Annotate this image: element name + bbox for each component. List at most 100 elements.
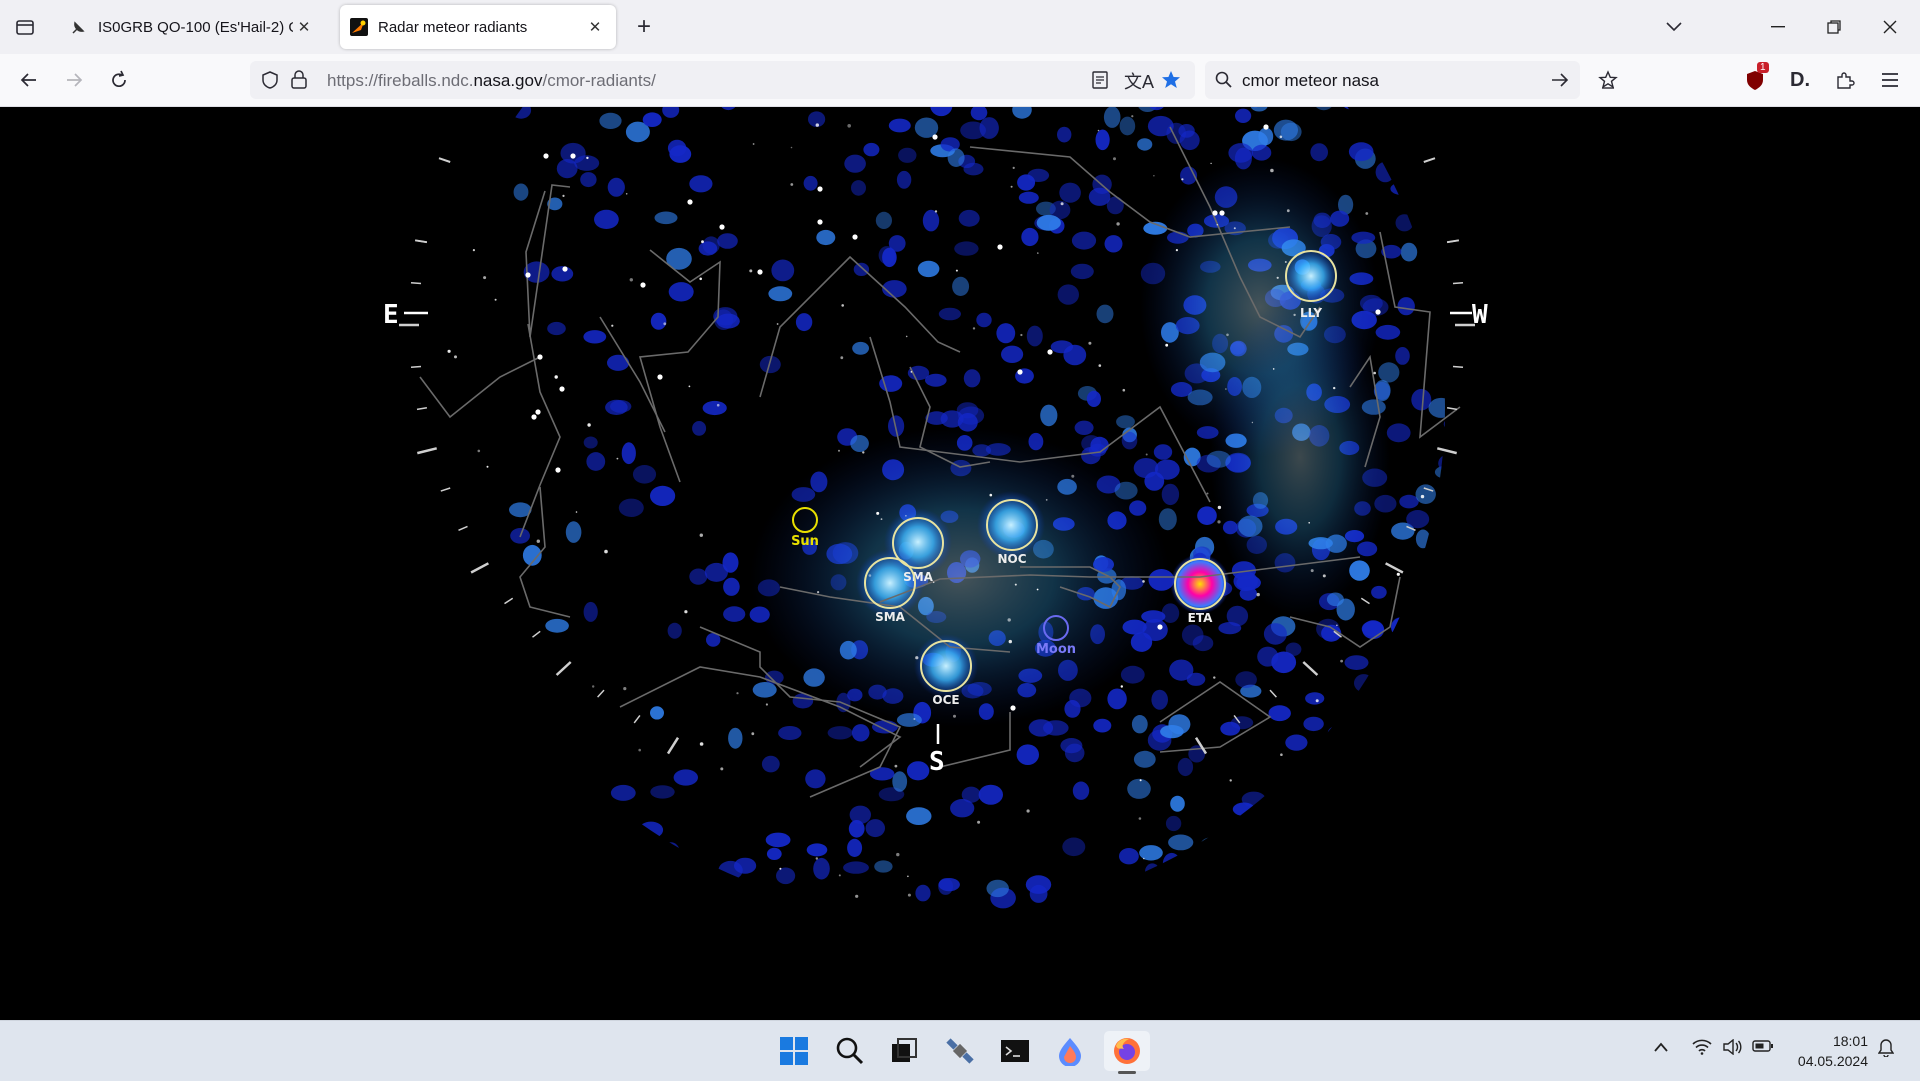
radiant-blob <box>1388 646 1413 667</box>
extensions-puzzle-icon[interactable] <box>1827 62 1863 98</box>
satellite-app-icon[interactable] <box>940 1031 980 1071</box>
tab-close-icon[interactable]: ✕ <box>293 18 315 36</box>
horizon-tick <box>504 597 514 605</box>
battery-icon[interactable] <box>1752 1039 1774 1058</box>
search-input[interactable]: cmor meteor nasa <box>1242 71 1379 91</box>
radiant-blob <box>933 923 952 944</box>
star <box>790 183 794 186</box>
pocket-icon[interactable] <box>1590 62 1626 98</box>
task-view-icon[interactable] <box>884 1031 924 1071</box>
star <box>868 574 872 577</box>
extension-d-icon[interactable]: D. <box>1782 62 1818 98</box>
radiant-blob <box>776 867 796 885</box>
radiant-blob <box>795 313 813 332</box>
star <box>562 266 568 272</box>
radiant-blob <box>1395 347 1410 365</box>
paint-app-icon[interactable] <box>1050 1031 1090 1071</box>
translate-icon[interactable]: 文A <box>1124 68 1154 94</box>
star <box>554 375 558 379</box>
minimize-icon[interactable] <box>1760 9 1796 45</box>
star <box>1012 166 1015 169</box>
shield-icon[interactable] <box>260 70 280 90</box>
radiant-blob <box>892 771 908 792</box>
radiant-blob <box>844 154 866 173</box>
radiant-blob <box>607 354 630 371</box>
star <box>1217 520 1221 524</box>
star <box>955 269 958 272</box>
volume-icon[interactable] <box>1722 1038 1742 1060</box>
star <box>1071 474 1075 478</box>
radiant-blob <box>1392 764 1415 777</box>
star <box>531 414 537 420</box>
menu-hamburger-icon[interactable] <box>1872 62 1908 98</box>
notifications-bell-icon[interactable] <box>1877 1039 1895 1062</box>
close-window-icon[interactable] <box>1872 9 1908 45</box>
radiant-blob <box>1059 182 1081 203</box>
star <box>1120 685 1124 688</box>
star <box>1014 583 1017 586</box>
firefox-taskbar-icon[interactable] <box>1104 1031 1150 1074</box>
go-arrow-icon[interactable] <box>1550 71 1570 89</box>
radiant-blob <box>1407 824 1425 838</box>
show-hidden-icons-icon[interactable] <box>1654 1039 1668 1057</box>
start-windows-icon[interactable] <box>774 1031 814 1071</box>
radiant-blob <box>580 172 597 188</box>
star <box>913 718 916 720</box>
star <box>536 539 540 543</box>
radiant-blob <box>1150 888 1173 909</box>
radiant-blob <box>1136 873 1153 890</box>
star <box>907 893 911 897</box>
radiant-blob <box>1072 781 1090 800</box>
tab-qo100[interactable]: IS0GRB QO-100 (Es'Hail-2) Geo ✕ <box>60 5 325 49</box>
reload-icon[interactable] <box>101 62 137 98</box>
terminal-icon[interactable] <box>995 1031 1035 1071</box>
star <box>719 224 725 230</box>
radiant-blob <box>1062 837 1086 857</box>
star <box>701 240 704 244</box>
star <box>525 272 531 278</box>
search-bar[interactable]: cmor meteor nasa <box>1205 61 1580 99</box>
reader-view-icon[interactable] <box>1091 71 1109 89</box>
radiant-blob <box>689 568 708 585</box>
forward-icon[interactable] <box>56 62 92 98</box>
horizon-tick <box>1452 281 1464 285</box>
radiant-blob <box>1316 618 1340 640</box>
radiant-sky-map[interactable]: E W S Sun Moon LLY SMA NOC SMA ETA OCE <box>0 107 1920 1020</box>
radiant-blob <box>1269 921 1286 934</box>
horizon-tick <box>1269 689 1277 698</box>
star <box>790 146 793 149</box>
star <box>757 269 763 275</box>
star <box>1336 624 1338 626</box>
horizon-tick <box>633 714 641 724</box>
radiant-blob <box>1390 700 1415 715</box>
radiant-blob <box>1370 713 1393 727</box>
clock[interactable]: 18:01 04.05.2024 <box>1798 1031 1868 1071</box>
wifi-icon[interactable] <box>1692 1039 1712 1060</box>
star <box>1308 522 1310 524</box>
radiant-blob <box>761 755 780 773</box>
ublock-extension-icon[interactable]: 1 <box>1737 62 1773 98</box>
tab-radiants[interactable]: Radar meteor radiants ✕ <box>340 5 616 49</box>
radiant-blob <box>650 785 675 799</box>
restore-icon[interactable] <box>1816 9 1852 45</box>
radiant-blob <box>960 121 986 140</box>
firefox-view-icon[interactable] <box>7 9 43 45</box>
new-tab-icon[interactable]: + <box>626 9 662 45</box>
radiant-blob <box>1356 919 1379 941</box>
radiant-blob <box>766 847 782 861</box>
star <box>817 591 820 594</box>
lock-icon[interactable] <box>290 70 308 90</box>
back-icon[interactable] <box>11 62 47 98</box>
list-tabs-icon[interactable] <box>1656 9 1692 45</box>
url-bar[interactable]: https://fireballs.ndc.nasa.gov/cmor-radi… <box>250 61 1195 99</box>
tab-close-icon[interactable]: ✕ <box>584 18 606 36</box>
radiant-blob <box>1043 905 1062 917</box>
bookmark-star-icon[interactable] <box>1161 70 1181 90</box>
radiant-blob <box>1345 803 1368 825</box>
star <box>915 656 919 660</box>
search-taskbar-icon[interactable] <box>830 1031 870 1071</box>
url-text[interactable]: https://fireballs.ndc.nasa.gov/cmor-radi… <box>327 71 656 91</box>
horizon-tick <box>1452 365 1464 369</box>
radiant-blob <box>1330 724 1356 744</box>
horizon-tick <box>1385 562 1404 574</box>
